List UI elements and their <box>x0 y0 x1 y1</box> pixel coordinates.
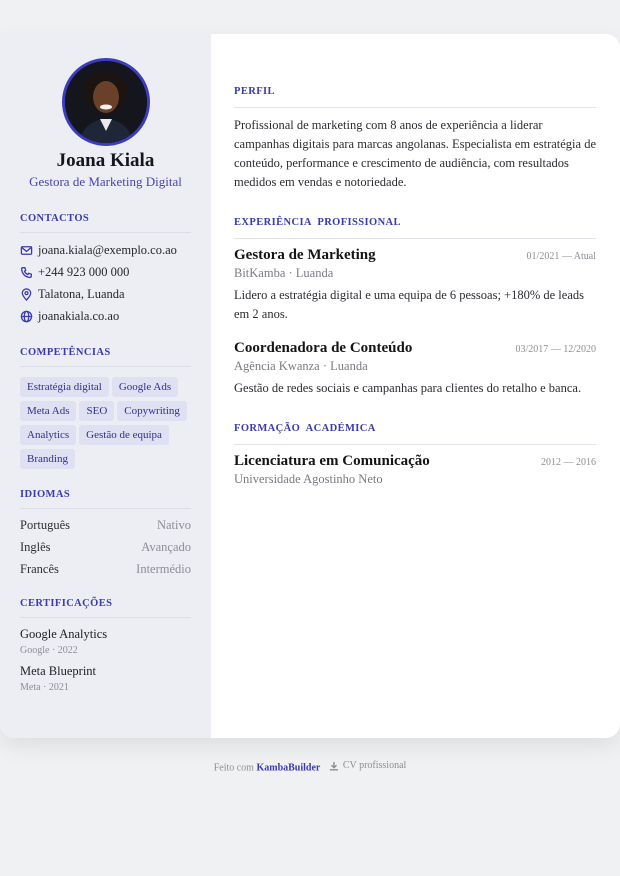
language-row: Francês Intermédio <box>20 562 191 577</box>
job-title: Gestora de Marketing <box>234 247 376 263</box>
language-row: Inglês Avançado <box>20 540 191 555</box>
contact-location: Talatona, Luanda <box>20 287 125 302</box>
contact-email[interactable]: joana.kiala@exemplo.co.ao <box>20 243 177 258</box>
cert-meta: Google · 2022 <box>20 645 78 656</box>
contact-location-text: Talatona, Luanda <box>38 287 125 301</box>
skill-tag: Meta Ads <box>20 401 77 421</box>
skills-title: COMPETÊNCIAS <box>20 347 191 367</box>
sidebar: Joana Kiala Gestora de Marketing Digital… <box>0 34 211 738</box>
education-section-title: FORMAÇÃO ACADÉMICA <box>234 423 596 445</box>
avatar <box>62 58 150 146</box>
experience-section-title: EXPERIÊNCIA PROFISSIONAL <box>234 217 596 239</box>
job-company: Agência Kwanza · Luanda <box>234 359 368 373</box>
download-label: CV profissional <box>342 760 407 771</box>
language-name: Francês <box>20 562 59 576</box>
contact-phone[interactable]: +244 923 000 000 <box>20 265 129 280</box>
language-level: Intermédio <box>136 562 191 576</box>
job-date: 01/2021 — Atual <box>526 251 596 262</box>
certifications-title: CERTIFICAÇÕES <box>20 598 191 618</box>
contact-phone-text: +244 923 000 000 <box>38 265 130 279</box>
footer: Feito com KambaBuilder CV profissional <box>0 760 620 774</box>
language-level: Nativo <box>156 518 191 532</box>
skill-tag: Gestão de equipa <box>79 425 169 445</box>
skill-tag: Analytics <box>20 425 77 445</box>
location-pin-icon <box>21 288 32 301</box>
degree-date: 2012 — 2016 <box>541 457 596 468</box>
cert-name: Google Analytics <box>20 627 108 641</box>
contact-website-text: joanakiala.co.ao <box>38 309 120 323</box>
mail-icon <box>20 246 33 255</box>
job-description: Lidero a estratégia digital e uma equipa… <box>234 288 584 321</box>
candidate-role: Gestora de Marketing Digital <box>29 174 182 189</box>
footer-brand-link[interactable]: KambaBuilder <box>256 763 320 774</box>
contact-email-text: joana.kiala@exemplo.co.ao <box>38 243 177 257</box>
job-company: BitKamba · Luanda <box>234 266 334 280</box>
job-date: 03/2017 — 12/2020 <box>515 344 596 355</box>
contact-website[interactable]: joanakiala.co.ao <box>20 309 119 324</box>
degree-title: Licenciatura em Comunicação <box>234 453 430 469</box>
skill-tag: Estratégia digital <box>20 377 109 397</box>
job-description: Gestão de redes sociais e campanhas para… <box>234 381 582 395</box>
globe-icon <box>20 310 33 323</box>
languages-title: IDIOMAS <box>20 489 191 509</box>
skills-list: Estratégia digital Google Ads Meta Ads SEO… <box>20 377 200 473</box>
language-level: Avançado <box>141 540 191 554</box>
phone-icon <box>20 267 32 279</box>
contacts-title: CONTACTOS <box>20 213 191 233</box>
degree-school: Universidade Agostinho Neto <box>234 472 383 486</box>
skill-tag: Copywriting <box>117 401 187 421</box>
cv-card: Joana Kiala Gestora de Marketing Digital… <box>0 34 620 738</box>
footer-made-with: Feito com <box>213 762 254 774</box>
language-row: Português Nativo <box>20 518 191 533</box>
download-link[interactable]: CV profissional <box>329 760 406 771</box>
profile-section-title: PERFIL <box>234 86 596 108</box>
cert-name: Meta Blueprint <box>20 664 97 678</box>
profile-summary: Profissional de marketing com 8 anos de … <box>234 118 596 189</box>
job-title: Coordenadora de Conteúdo <box>234 340 413 356</box>
language-name: Português <box>20 518 70 532</box>
candidate-name: Joana Kiala <box>56 150 155 171</box>
skill-tag: Google Ads <box>111 377 179 397</box>
download-icon <box>329 761 338 770</box>
skill-tag: SEO <box>79 401 115 421</box>
skill-tag: Branding <box>20 449 75 469</box>
cert-meta: Meta · 2021 <box>20 682 69 693</box>
language-name: Inglês <box>20 540 51 554</box>
